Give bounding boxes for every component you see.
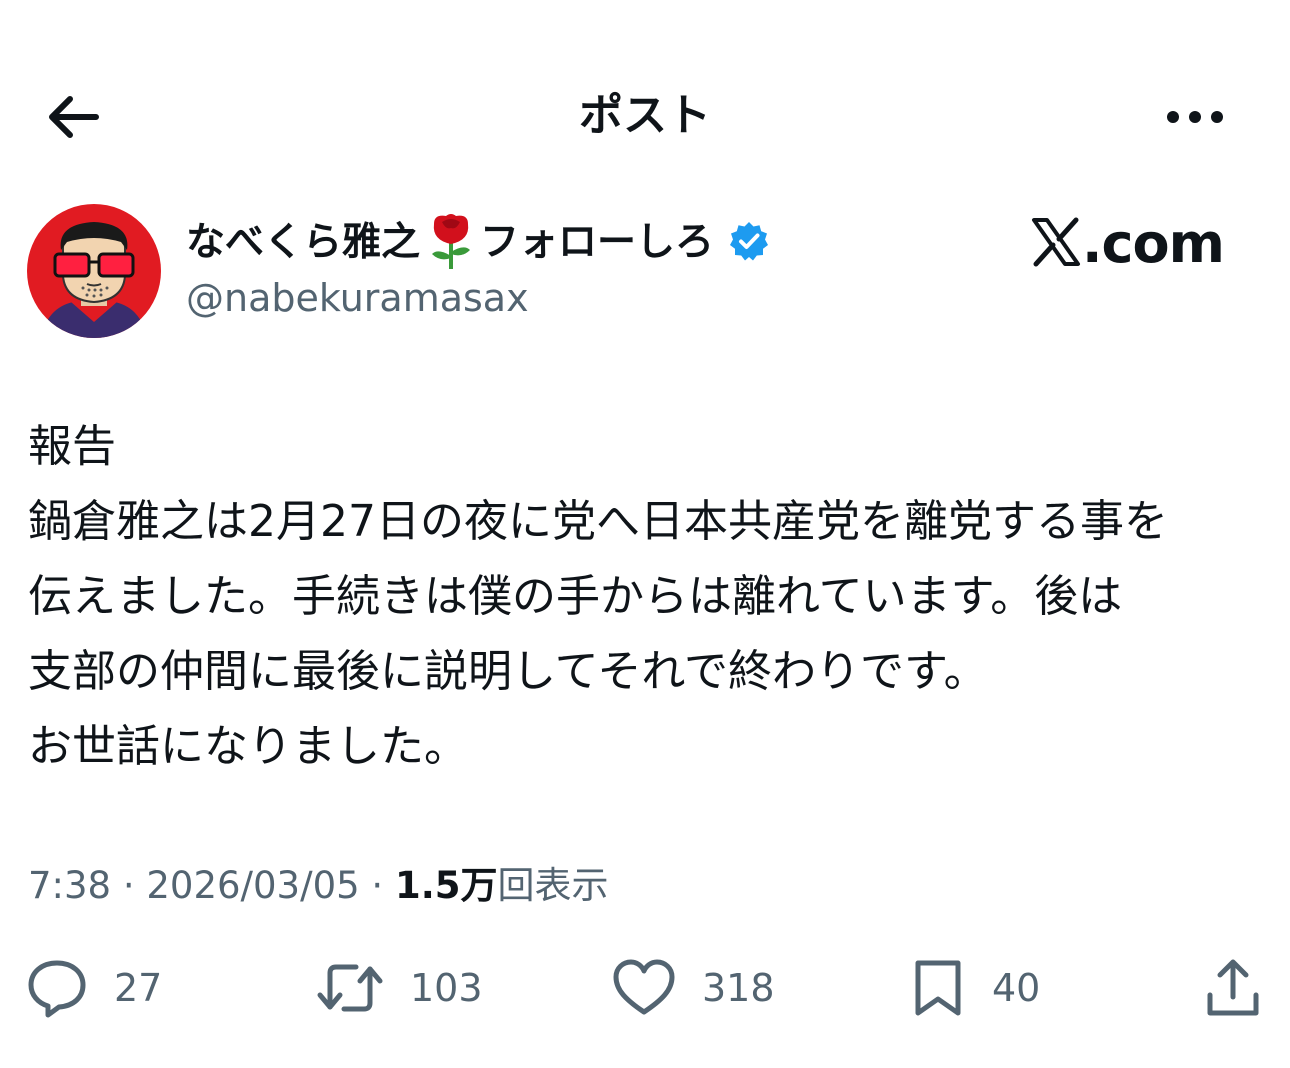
post-line: お世話になりました。 <box>28 721 468 772</box>
avatar[interactable] <box>27 204 161 338</box>
post-line: 鍋倉雅之は2月27日の夜に党へ日本共産党を離党する事を <box>28 496 1168 547</box>
post-line: 支部の仲間に最後に説明してそれで終わりです。 <box>28 646 988 697</box>
author-handle[interactable]: @nabekuramasax <box>186 272 529 324</box>
bookmark-icon <box>915 960 961 1016</box>
author-name-part2: フォローしろ <box>480 220 715 265</box>
more-button[interactable] <box>1160 92 1230 142</box>
repost-button[interactable]: 103 <box>316 955 483 1021</box>
share-icon <box>1207 959 1259 1016</box>
bookmark-count: 40 <box>992 966 1041 1010</box>
repost-icon <box>317 964 383 1012</box>
post-line: 報告 <box>28 421 116 472</box>
meta-separator: · <box>122 864 135 907</box>
avatar-illustration <box>27 204 161 338</box>
views-count: 1.5万 <box>394 864 498 907</box>
author-name-row[interactable]: なべくら雅之 フォローしろ <box>186 212 770 274</box>
reply-button[interactable]: 27 <box>26 955 162 1021</box>
x-com-logo: .com <box>1030 212 1230 276</box>
heart-icon <box>613 959 675 1015</box>
reply-icon <box>28 960 86 1018</box>
post-date[interactable]: 2026/03/05 <box>146 864 359 907</box>
like-button[interactable]: 318 <box>612 955 775 1021</box>
like-count: 318 <box>702 966 775 1010</box>
brand-domain: .com <box>1082 212 1225 275</box>
post-meta: 7:38 · 2026/03/05 · 1.5万回表示 <box>28 858 609 914</box>
share-button[interactable] <box>1204 955 1262 1021</box>
post-text: 報告 鍋倉雅之は2月27日の夜に党へ日本共産党を離党する事を 伝えました。手続き… <box>28 409 1268 784</box>
bookmark-button[interactable]: 40 <box>910 955 1040 1021</box>
post-time[interactable]: 7:38 <box>28 864 111 907</box>
reply-count: 27 <box>114 966 163 1010</box>
x-logo-icon <box>1030 216 1082 272</box>
views-label: 回表示 <box>497 864 609 907</box>
author-name-part1: なべくら雅之 <box>186 220 421 265</box>
page-title: ポスト <box>579 90 711 141</box>
rose-icon <box>426 212 476 274</box>
more-horizontal-icon <box>1167 111 1223 123</box>
meta-separator: · <box>371 864 384 907</box>
verified-badge-icon <box>728 220 770 266</box>
post-line: 伝えました。手続きは僕の手からは離れています。後は <box>28 571 1123 622</box>
repost-count: 103 <box>410 966 483 1010</box>
